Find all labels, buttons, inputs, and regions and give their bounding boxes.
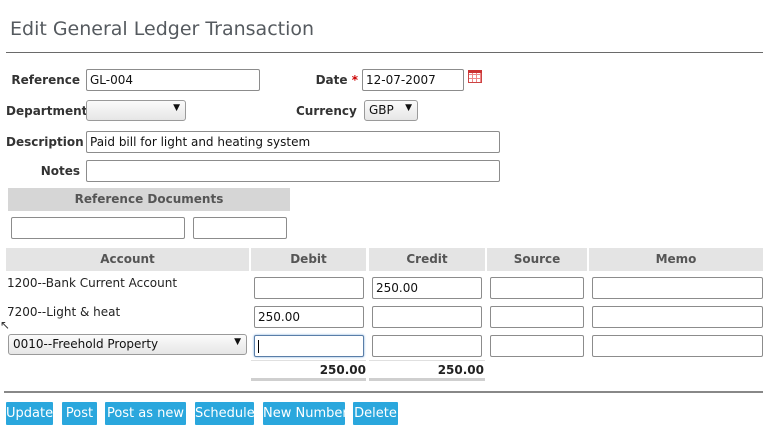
account-cell: 7200--Light & heat xyxy=(7,305,121,319)
source-field[interactable] xyxy=(490,335,584,357)
memo-field[interactable] xyxy=(592,277,763,299)
mouse-cursor-icon: ↖ xyxy=(0,318,11,332)
footer-divider xyxy=(4,391,763,393)
page-title: Edit General Ledger Transaction xyxy=(10,18,315,40)
delete-button[interactable]: Delete xyxy=(353,402,398,425)
debit-field[interactable] xyxy=(254,277,364,299)
debit-total-bar xyxy=(251,378,366,381)
account-cell: 1200--Bank Current Account xyxy=(7,276,178,290)
source-field[interactable] xyxy=(490,277,584,299)
chevron-down-icon: ▼ xyxy=(405,103,412,113)
reference-label: Reference xyxy=(11,73,80,87)
account-column-header: Account xyxy=(6,248,249,271)
credit-field[interactable] xyxy=(372,335,482,357)
account-select-value: 0010--Freehold Property xyxy=(13,337,159,351)
memo-field[interactable] xyxy=(592,335,763,357)
memo-field[interactable] xyxy=(592,306,763,328)
notes-label: Notes xyxy=(40,164,80,178)
calendar-icon[interactable] xyxy=(468,70,482,83)
totals-divider xyxy=(369,360,485,361)
description-label: Description xyxy=(6,135,84,149)
chevron-down-icon: ▼ xyxy=(234,337,241,347)
credit-total: 250.00 xyxy=(437,363,484,377)
new-number-button[interactable]: New Number xyxy=(263,402,348,425)
debit-total: 250.00 xyxy=(319,363,366,377)
reference-document-field[interactable] xyxy=(193,217,287,239)
credit-field[interactable] xyxy=(372,306,482,328)
currency-label: Currency xyxy=(296,104,357,118)
credit-field[interactable]: 250.00 xyxy=(372,277,482,299)
post-as-new-button[interactable]: Post as new xyxy=(105,402,186,425)
department-select[interactable]: ▼ xyxy=(86,100,186,121)
reference-field[interactable]: GL-004 xyxy=(86,69,260,91)
title-divider xyxy=(6,52,763,53)
debit-column-header: Debit xyxy=(251,248,366,271)
currency-select[interactable]: GBP ▼ xyxy=(364,100,418,121)
notes-field[interactable] xyxy=(86,160,500,182)
text-caret xyxy=(258,340,259,353)
reference-document-field[interactable] xyxy=(11,217,185,239)
source-field[interactable] xyxy=(490,306,584,328)
source-column-header: Source xyxy=(487,248,587,271)
memo-column-header: Memo xyxy=(589,248,763,271)
date-label: Date * xyxy=(315,73,358,87)
required-mark: * xyxy=(351,73,358,87)
schedule-button[interactable]: Schedule xyxy=(195,402,255,425)
chevron-down-icon: ▼ xyxy=(173,103,180,113)
credit-column-header: Credit xyxy=(369,248,485,271)
debit-field[interactable] xyxy=(254,335,364,357)
currency-value: GBP xyxy=(369,103,394,117)
department-label: Department xyxy=(6,104,88,118)
credit-total-bar xyxy=(369,378,485,381)
debit-field[interactable]: 250.00 xyxy=(254,306,364,328)
account-select[interactable]: 0010--Freehold Property ▼ xyxy=(8,334,247,355)
totals-divider xyxy=(251,360,366,361)
post-button[interactable]: Post xyxy=(62,402,97,425)
date-field[interactable]: 12-07-2007 xyxy=(362,69,464,91)
description-field[interactable]: Paid bill for light and heating system xyxy=(86,131,500,153)
reference-documents-header: Reference Documents xyxy=(8,188,290,211)
update-button[interactable]: Update xyxy=(6,402,53,425)
